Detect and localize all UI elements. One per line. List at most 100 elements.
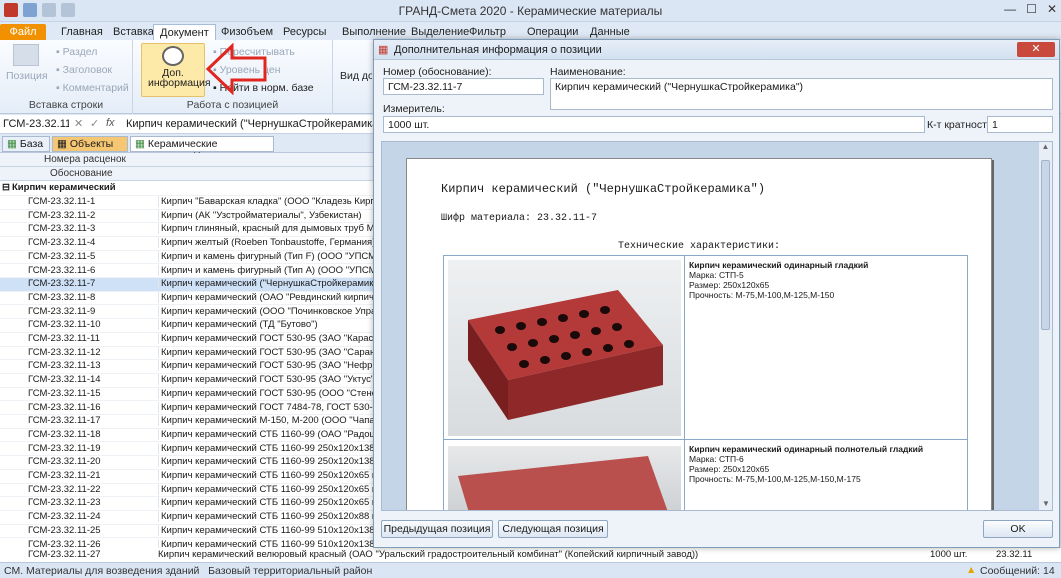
row-code: ГСМ-23.32.11-21 [28, 470, 101, 481]
ratio-label: К-т кратности: [927, 119, 996, 131]
heading-button[interactable]: ▪ Заголовок [56, 64, 112, 76]
dialog-close-button[interactable]: ✕ [1017, 42, 1055, 57]
tab-physvolume[interactable]: Физобъем [215, 24, 279, 41]
ok-button[interactable]: OK [983, 520, 1053, 538]
scroll-down-icon[interactable]: ▼ [1042, 499, 1050, 508]
cell-reference[interactable]: ГСМ-23.32.11 [3, 118, 69, 130]
row-name: Кирпич керамический СТБ 1160-99 250х120х… [158, 511, 375, 523]
row-name: Кирпич керамический (ОАО "Ревдинский кир… [158, 291, 375, 303]
prev-position-button[interactable]: Предыдущая позиция [381, 520, 493, 538]
table-row[interactable]: ГСМ-23.32.11-21 Кирпич керамический СТБ 1… [0, 470, 375, 484]
tab-base[interactable]: ▦ База [2, 136, 50, 152]
minimize-icon[interactable]: — [1004, 2, 1016, 16]
scroll-thumb[interactable] [1041, 160, 1050, 330]
tab-resources[interactable]: Ресурсы [277, 24, 332, 41]
table-row[interactable]: ГСМ-23.32.11-3 Кирпич глиняный, красный д… [0, 223, 375, 237]
brick-image [468, 290, 663, 420]
doc-code: Шифр материала: 23.32.11-7 [441, 213, 598, 224]
document-viewer[interactable]: Кирпич керамический ("ЧернушкаСтройкерам… [381, 141, 1053, 511]
formula-value[interactable]: Кирпич керамический ("ЧернушкаСтройкерам… [126, 118, 386, 130]
vertical-scrollbar[interactable]: ▲ ▼ [1038, 142, 1052, 510]
row-code: ГСМ-23.32.11-14 [28, 374, 101, 386]
row-name: Кирпич глиняный, красный для дымовых тру… [158, 223, 375, 235]
tab-ceramic-materials[interactable]: ▦ Керамические материалы ✕ [130, 136, 274, 162]
measure-field[interactable]: 1000 шт. [383, 116, 925, 133]
table-row[interactable]: ГСМ-23.32.11-13 Кирпич керамический ГОСТ … [0, 360, 375, 374]
cancel-icon[interactable]: ✕ [74, 117, 83, 130]
row-code: ГСМ-23.32.11-6 [28, 264, 96, 276]
spec-row-2: Кирпич керамический одинарный полнотелый… [444, 440, 967, 510]
row-code: ГСМ-23.32.11-4 [28, 237, 96, 249]
row-code: ГСМ-23.32.11-2 [28, 209, 96, 221]
tab-home[interactable]: Главная [55, 24, 109, 41]
table-row-last[interactable]: ГСМ-23.32.11-27 Кирпич керамический велю… [0, 548, 1061, 562]
row-name: Кирпич керамический ГОСТ 530-95 (ЗАО "Ук… [158, 374, 375, 386]
table-row[interactable]: ГСМ-23.32.11-25 Кирпич керамический СТБ 1… [0, 524, 375, 539]
dialog-title-bar: ▦ Дополнительная информация о позиции ✕ [374, 40, 1059, 60]
row-code: ГСМ-23.32.11-3 [28, 223, 96, 235]
row-code: ГСМ-23.32.11-8 [28, 291, 96, 303]
table-row[interactable]: ГСМ-23.32.11-9 Кирпич керамический (ООО "… [0, 305, 375, 320]
tab-insert[interactable]: Вставка [107, 24, 160, 41]
group-row[interactable]: ⊟ Кирпич керамический [0, 182, 375, 196]
table-row[interactable]: ГСМ-23.32.11-12 Кирпич керамический ГОСТ … [0, 346, 375, 361]
table-row[interactable]: ГСМ-23.32.11-22 Кирпич керамический СТБ 1… [0, 483, 375, 498]
row-name: Кирпич и камень фигурный (Тип А) (ООО "У… [158, 264, 375, 276]
confirm-icon[interactable]: ✓ [90, 117, 99, 130]
dialog-icon: ▦ [378, 44, 389, 56]
function-icon[interactable]: fx [106, 117, 115, 129]
title-bar: ГРАНД-Смета 2020 - Керамические материал… [0, 0, 1061, 22]
next-position-button[interactable]: Следующая позиция [498, 520, 608, 538]
formula-bar: ГСМ-23.32.11 ✕ ✓ fx Кирпич керамический … [0, 115, 386, 134]
table-row[interactable]: ГСМ-23.32.11-4 Кирпич желтый (Roeben Tonb… [0, 237, 375, 251]
table-row[interactable]: ГСМ-23.32.11-19 Кирпич керамический СТБ 1… [0, 442, 375, 457]
table-row[interactable]: ГСМ-23.32.11-24 Кирпич керамический СТБ 1… [0, 511, 375, 525]
row-name: Кирпич (АК "Узстройматериалы", Узбекиста… [158, 209, 375, 221]
number-label: Номер (обоснование): [383, 66, 492, 78]
table-row[interactable]: ГСМ-23.32.11-10 Кирпич керамический (ТД "… [0, 319, 375, 333]
table-row[interactable]: ГСМ-23.32.11-5 Кирпич и камень фигурный (… [0, 250, 375, 265]
warning-icon: ▲ [966, 564, 977, 576]
comment-button[interactable]: ▪ Комментарий [56, 82, 129, 94]
grid-header-basis: Обоснование [0, 167, 375, 181]
table-row[interactable]: ГСМ-23.32.11-20 Кирпич керамический СТБ 1… [0, 456, 375, 470]
number-field[interactable]: ГСМ-23.32.11-7 [383, 78, 544, 95]
tab-document[interactable]: Документ [153, 24, 216, 41]
dop-info-button[interactable]: Доп. информация [141, 43, 211, 97]
table-row[interactable]: ГСМ-23.32.11-16 Кирпич керамический ГОСТ … [0, 401, 375, 415]
row-name: Кирпич керамический ГОСТ 530-95 (ООО "Ст… [158, 387, 375, 399]
group-label-work-position: Работа с позицией [186, 99, 279, 111]
doc-view-button[interactable]: Вид документа [340, 70, 372, 82]
table-row[interactable]: ГСМ-23.32.11-7 Кирпич керамический ("Черн… [0, 278, 375, 292]
table-row[interactable]: ГСМ-23.32.11-1 Кирпич "Баварская кладка" … [0, 196, 375, 210]
row-name: Кирпич керамический ГОСТ 7484-78, ГОСТ 5… [158, 401, 375, 413]
table-row[interactable]: ГСМ-23.32.11-17 Кирпич керамический М-150… [0, 415, 375, 429]
table-row[interactable]: ГСМ-23.32.11-2 Кирпич (АК "Узстройматериа… [0, 209, 375, 224]
row-code: ГСМ-23.32.11-10 [28, 319, 101, 331]
ratio-field[interactable]: 1 [987, 116, 1053, 133]
messages-count[interactable]: Сообщений: 14 [980, 565, 1055, 577]
name-field[interactable]: Кирпич керамический ("ЧернушкаСтройкерам… [550, 78, 1053, 110]
row-code: ГСМ-23.32.11-16 [28, 401, 101, 413]
maximize-icon[interactable]: ☐ [1026, 2, 1037, 16]
table-row[interactable]: ГСМ-23.32.11-18 Кирпич керамический СТБ 1… [0, 428, 375, 443]
table-row[interactable]: ГСМ-23.32.11-8 Кирпич керамический (ОАО "… [0, 291, 375, 306]
row-code: ГСМ-23.32.11-13 [28, 360, 101, 372]
row-code: ГСМ-23.32.11-24 [28, 511, 101, 523]
table-row[interactable]: ГСМ-23.32.11-6 Кирпич и камень фигурный (… [0, 264, 375, 278]
tab-file[interactable]: Файл [0, 24, 46, 41]
row-code: ГСМ-23.32.11-19 [28, 442, 101, 454]
close-icon[interactable]: ✕ [1047, 2, 1057, 16]
collapse-icon[interactable]: ⊟ [2, 182, 10, 193]
grid-header-numbers: Номера расценок [0, 153, 375, 167]
row-code: ГСМ-23.32.11-25 [28, 524, 101, 536]
table-row[interactable]: ГСМ-23.32.11-14 Кирпич керамический ГОСТ … [0, 374, 375, 388]
section-button[interactable]: ▪ Раздел [56, 46, 97, 58]
table-row[interactable]: ГСМ-23.32.11-11 Кирпич керамический ГОСТ … [0, 333, 375, 347]
row-code: ГСМ-23.32.11-1 [28, 196, 96, 207]
tab-objects[interactable]: ▦ Объекты [52, 136, 128, 152]
table-row[interactable]: ГСМ-23.32.11-15 Кирпич керамический ГОСТ … [0, 387, 375, 402]
scroll-up-icon[interactable]: ▲ [1039, 142, 1052, 151]
table-row[interactable]: ГСМ-23.32.11-23 Кирпич керамический СТБ 1… [0, 497, 375, 511]
position-button[interactable]: Позиция [6, 44, 48, 82]
